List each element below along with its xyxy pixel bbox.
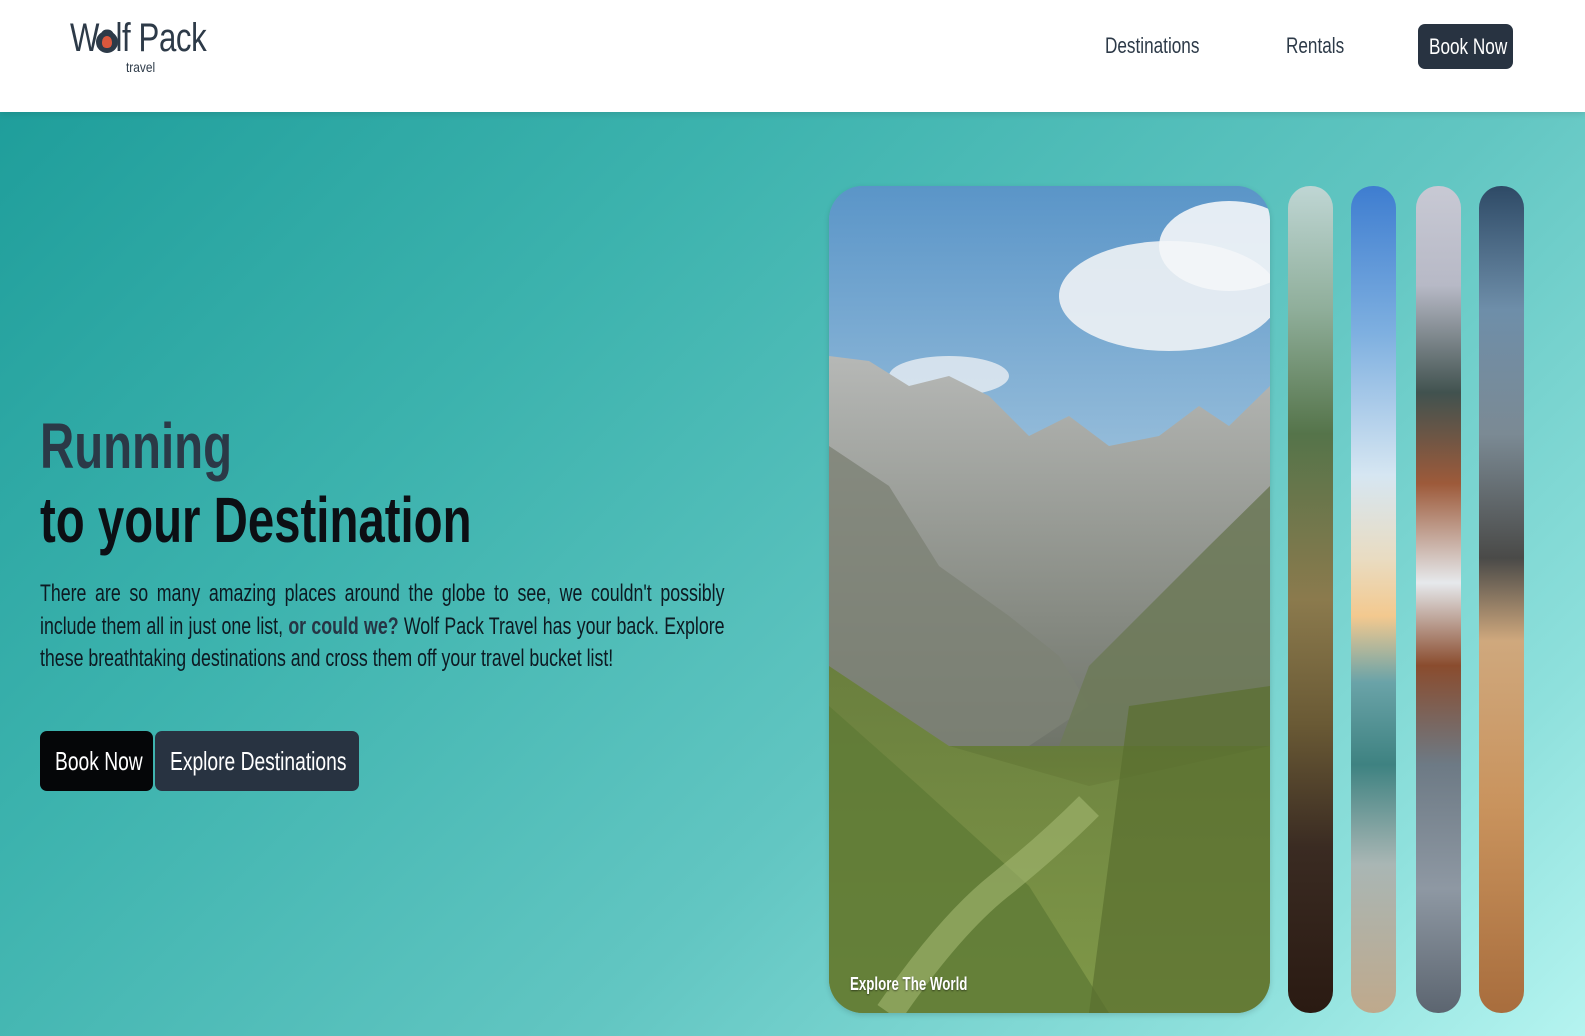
hero-title-line-1: Running xyxy=(40,410,233,482)
gallery-card-mountains[interactable]: Explore The World xyxy=(829,186,1270,1013)
card-caption: Explore The World xyxy=(850,974,968,994)
gallery-strip-forest[interactable] xyxy=(1288,186,1333,1013)
nav-link-rentals[interactable]: Rentals xyxy=(1286,32,1344,60)
gallery-strip-desert[interactable] xyxy=(1479,186,1524,1013)
explore-destinations-label: Explore Destinations xyxy=(170,746,347,776)
mountain-landscape-image xyxy=(829,186,1270,1013)
hero-text-emphasis: or could we? xyxy=(288,612,399,640)
logo[interactable]: Wolf Pack travel xyxy=(70,14,220,80)
wolf-emblem-icon xyxy=(96,31,118,53)
site-header: Wolf Pack travel Destinations Rentals Bo… xyxy=(0,0,1585,112)
gallery-strip-snow-cabin[interactable] xyxy=(1416,186,1461,1013)
gallery-strip-beach[interactable] xyxy=(1351,186,1396,1013)
logo-subtitle: travel xyxy=(126,59,156,75)
hero-paragraph: There are so many amazing places around … xyxy=(40,578,725,676)
hero-title-line-2: to your Destination xyxy=(40,484,472,556)
logo-wordmark: Wolf Pack xyxy=(70,16,207,60)
hero-description: There are so many amazing places around … xyxy=(40,578,726,713)
book-now-label: Book Now xyxy=(55,746,143,776)
hero-section: Running to your Destination There are so… xyxy=(0,112,1585,1036)
nav-book-now-label: Book Now xyxy=(1429,34,1508,59)
explore-destinations-button[interactable]: Explore Destinations xyxy=(155,731,359,791)
book-now-button[interactable]: Book Now xyxy=(40,731,153,791)
nav-link-destinations[interactable]: Destinations xyxy=(1105,32,1199,60)
nav-book-now-button[interactable]: Book Now xyxy=(1418,24,1513,69)
